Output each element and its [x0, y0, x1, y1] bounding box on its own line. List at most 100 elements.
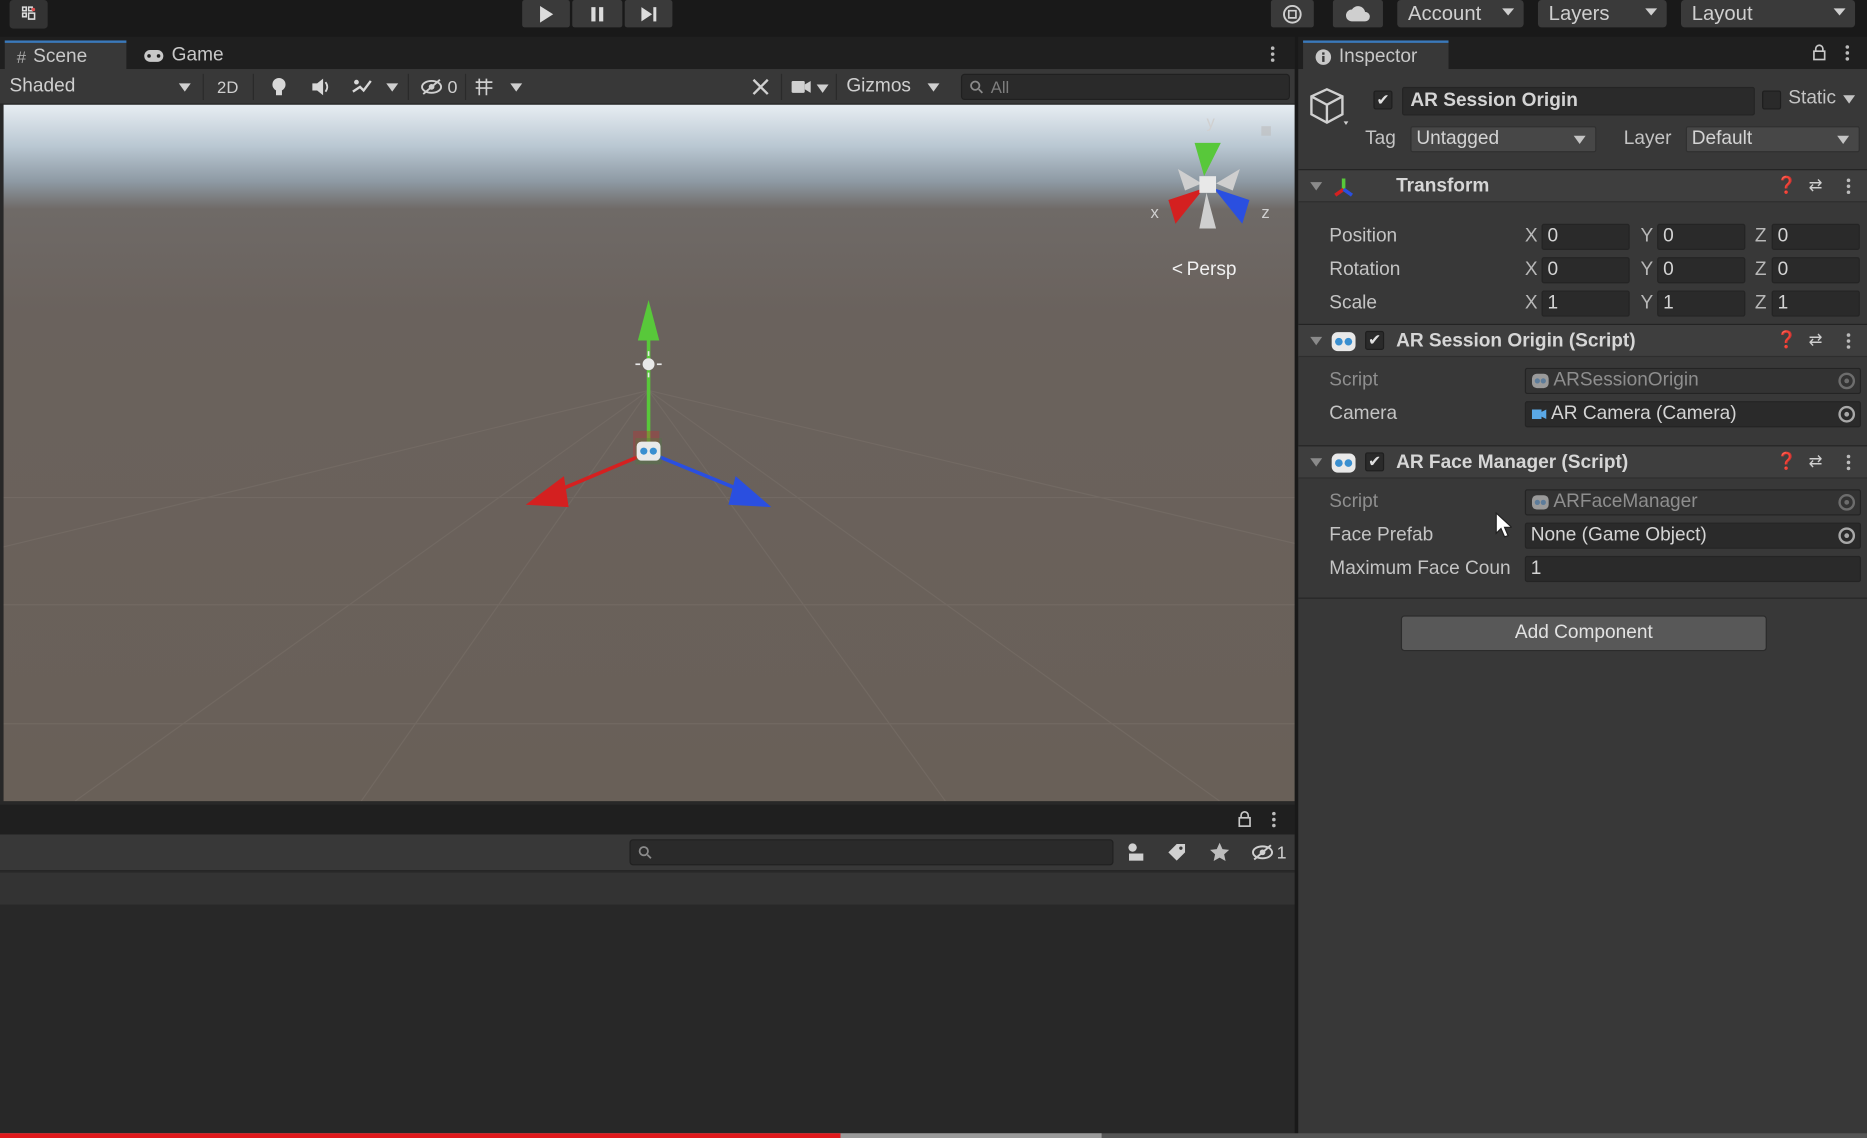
- transform-scale-z-field[interactable]: 1: [1771, 290, 1860, 317]
- scene-more-icon[interactable]: [1270, 46, 1276, 63]
- hidden-packages-toggle[interactable]: 1: [1245, 839, 1293, 865]
- y-axis-arrow[interactable]: [637, 299, 660, 341]
- transform-scale-y-field[interactable]: 1: [1657, 290, 1746, 317]
- presets-icon[interactable]: ⇄: [1809, 330, 1823, 350]
- ar-session-origin-enabled-checkbox[interactable]: ✔: [1365, 330, 1385, 350]
- foldout-arrow-icon[interactable]: [1310, 336, 1323, 346]
- favorites-star-icon[interactable]: [1204, 839, 1235, 865]
- tab-inspector[interactable]: Inspector: [1303, 40, 1449, 71]
- object-active-checkbox[interactable]: ✔: [1373, 90, 1393, 110]
- camera-object-picker-icon[interactable]: [1838, 405, 1856, 423]
- cloud-icon[interactable]: [1332, 0, 1383, 28]
- axis-x-label[interactable]: X: [1525, 226, 1538, 247]
- axis-x-label[interactable]: X: [1525, 293, 1538, 314]
- axis-z-label[interactable]: Z: [1755, 293, 1767, 314]
- grid-icon: #: [16, 47, 26, 67]
- grid-dropdown-chevron-icon[interactable]: [505, 74, 526, 100]
- transform-header[interactable]: Transform ❓ ⇄: [1298, 169, 1867, 203]
- tag-value: Untagged: [1416, 128, 1500, 149]
- transform-scale-x-field[interactable]: 1: [1541, 290, 1630, 317]
- x-axis-arrow[interactable]: [525, 476, 569, 508]
- object-picker-icon: [1838, 494, 1856, 511]
- transform-rotation-y-field[interactable]: 0: [1657, 257, 1746, 284]
- axis-z-label[interactable]: Z: [1755, 260, 1767, 281]
- audio-toggle-icon[interactable]: [303, 74, 339, 100]
- camera-settings-icon[interactable]: [787, 74, 832, 100]
- help-icon[interactable]: ❓: [1776, 175, 1797, 195]
- effects-dropdown-chevron-icon[interactable]: [382, 74, 403, 100]
- account-dropdown[interactable]: Account: [1397, 0, 1524, 28]
- transform-rotation-z-field[interactable]: 0: [1771, 257, 1860, 284]
- camera-field[interactable]: AR Camera (Camera): [1524, 401, 1862, 428]
- static-checkbox[interactable]: [1762, 90, 1782, 110]
- unity-menu-icon[interactable]: [9, 0, 48, 29]
- ar-face-manager-enabled-checkbox[interactable]: ✔: [1365, 452, 1385, 472]
- axis-z-label[interactable]: Z: [1755, 226, 1767, 247]
- lock-icon[interactable]: [1238, 811, 1252, 828]
- search-by-label-icon[interactable]: [1161, 839, 1192, 865]
- video-progress-track[interactable]: [0, 1133, 1867, 1138]
- transform-position-z-field[interactable]: 0: [1771, 223, 1860, 250]
- lock-icon[interactable]: [1812, 44, 1826, 61]
- info-icon: [1315, 48, 1332, 65]
- tools-icon[interactable]: [744, 74, 777, 100]
- transform-position-x-field[interactable]: 0: [1541, 223, 1630, 250]
- component-more-icon[interactable]: [1846, 178, 1852, 196]
- axis-y-label[interactable]: Y: [1640, 260, 1653, 281]
- scene-visibility-toggle[interactable]: 0: [415, 74, 463, 100]
- transform-position-y-field[interactable]: 0: [1657, 223, 1746, 250]
- component-more-icon[interactable]: [1846, 333, 1852, 350]
- scene-search-input[interactable]: All: [960, 73, 1290, 100]
- 2d-toggle-button[interactable]: 2D: [210, 74, 246, 100]
- max-face-count-field[interactable]: 1: [1524, 555, 1862, 583]
- search-by-type-icon[interactable]: [1121, 839, 1152, 865]
- tab-scene[interactable]: # Scene: [4, 40, 127, 71]
- step-button[interactable]: [624, 0, 673, 28]
- presets-icon[interactable]: ⇄: [1809, 175, 1823, 195]
- layout-dropdown[interactable]: Layout: [1681, 0, 1856, 28]
- grid-snap-icon[interactable]: [470, 74, 499, 100]
- bottom-more-icon[interactable]: [1272, 811, 1277, 829]
- object-name-field[interactable]: AR Session Origin: [1402, 86, 1755, 116]
- presets-icon[interactable]: ⇄: [1809, 451, 1823, 471]
- static-dropdown[interactable]: Static: [1788, 88, 1856, 109]
- account-label: Account: [1407, 1, 1482, 25]
- help-icon[interactable]: ❓: [1776, 330, 1797, 350]
- transform-rotation-x-field[interactable]: 0: [1541, 257, 1630, 284]
- effects-toggle-icon[interactable]: [343, 74, 379, 100]
- persp-toggle[interactable]: < Persp: [1172, 260, 1237, 281]
- script-value: ARSessionOrigin: [1553, 370, 1699, 391]
- axis-y-label[interactable]: Y: [1640, 226, 1653, 247]
- ar-session-origin-header[interactable]: ✔ AR Session Origin (Script) ❓ ⇄: [1298, 323, 1867, 358]
- script-label: Script: [1329, 370, 1379, 391]
- transform-scale-z-value: 1: [1777, 292, 1789, 314]
- foldout-arrow-icon[interactable]: [1310, 182, 1323, 191]
- z-axis-arrow[interactable]: [728, 476, 772, 508]
- divider: [407, 73, 409, 100]
- collab-icon[interactable]: [1270, 0, 1314, 28]
- scene-viewport[interactable]: y x z < Persp: [3, 104, 1295, 802]
- axis-y-label[interactable]: Y: [1640, 293, 1653, 314]
- tag-dropdown[interactable]: Untagged: [1410, 126, 1597, 153]
- play-button[interactable]: [522, 0, 570, 28]
- pause-button[interactable]: [572, 0, 623, 28]
- component-more-icon[interactable]: [1846, 454, 1852, 472]
- gizmos-dropdown[interactable]: Gizmos: [842, 74, 916, 100]
- layer-dropdown[interactable]: Default: [1685, 126, 1860, 153]
- bottom-search-input[interactable]: [629, 839, 1114, 866]
- face-prefab-object-picker-icon[interactable]: [1838, 527, 1856, 545]
- face-prefab-field[interactable]: None (Game Object): [1524, 522, 1862, 549]
- foldout-arrow-icon[interactable]: [1310, 458, 1323, 467]
- gizmos-chevron-icon[interactable]: [923, 74, 944, 100]
- inspector-more-icon[interactable]: [1845, 45, 1851, 62]
- help-icon[interactable]: ❓: [1776, 451, 1797, 471]
- axis-x-label[interactable]: X: [1525, 260, 1538, 281]
- orientation-gizmo[interactable]: [1142, 114, 1273, 245]
- tab-inspector-label: Inspector: [1338, 45, 1418, 67]
- add-component-button[interactable]: Add Component: [1400, 615, 1767, 652]
- shading-mode-dropdown[interactable]: Shaded: [5, 74, 196, 100]
- tab-game[interactable]: Game: [131, 40, 238, 70]
- lighting-toggle-icon[interactable]: [262, 74, 295, 100]
- ar-face-manager-header[interactable]: ✔ AR Face Manager (Script) ❓ ⇄: [1298, 445, 1867, 479]
- layers-dropdown[interactable]: Layers: [1537, 0, 1667, 28]
